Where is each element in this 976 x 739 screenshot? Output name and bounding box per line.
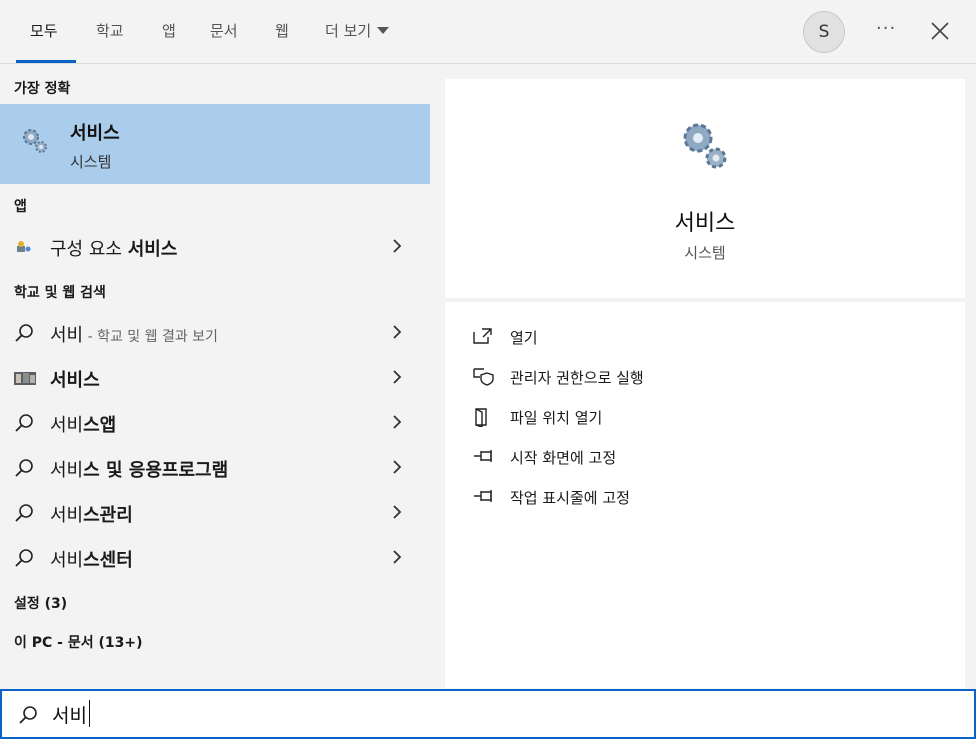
tab-more-label: 더 보기 — [325, 22, 372, 40]
app-result-label: 구성 요소 서비스 — [50, 239, 178, 260]
text-caret — [89, 700, 90, 727]
action-pin-to-taskbar-label: 작업 표시줄에 고정 — [510, 489, 630, 507]
chevron-right-icon[interactable] — [392, 239, 402, 253]
best-match-title: 서비스 — [70, 123, 120, 144]
web-result-label: 서비스 — [50, 370, 100, 391]
best-match-subtitle: 시스템 — [70, 153, 112, 171]
tab-documents[interactable]: 문서 — [210, 20, 238, 41]
preview-header-panel — [445, 79, 965, 298]
chevron-right-icon[interactable] — [392, 505, 402, 519]
services-gear-icon — [23, 129, 47, 153]
pin-icon — [474, 450, 492, 462]
web-result-label: 서비스앱 — [50, 415, 117, 436]
section-best-match: 가장 정확 — [14, 81, 71, 97]
search-box[interactable]: 서비 — [0, 689, 976, 739]
close-icon[interactable] — [930, 21, 950, 41]
more-options-button[interactable]: ··· — [876, 18, 896, 39]
action-open-file-location[interactable]: 파일 위치 열기 — [472, 405, 772, 429]
search-input[interactable]: 서비 — [52, 701, 87, 728]
action-open-file-location-label: 파일 위치 열기 — [510, 409, 603, 427]
web-result-label: 서비스 및 응용프로그램 — [50, 460, 229, 481]
services-gear-icon — [683, 123, 727, 169]
account-avatar-button[interactable]: S — [803, 11, 845, 53]
web-result-label: 서비스관리 — [50, 505, 133, 526]
section-apps: 앱 — [14, 199, 27, 215]
section-this-pc-documents[interactable]: 이 PC - 문서 (13+) — [14, 632, 143, 652]
web-result-row[interactable]: 서비스 — [0, 357, 430, 397]
search-icon — [19, 706, 37, 724]
action-run-as-admin[interactable]: 관리자 권한으로 실행 — [472, 365, 772, 389]
web-result-row[interactable]: 서비스 및 응용프로그램 — [0, 447, 430, 487]
preview-title: 서비스 — [674, 211, 736, 236]
component-services-icon — [17, 241, 31, 252]
app-result-component-services[interactable]: 구성 요소 서비스 — [0, 226, 430, 266]
preview-subtitle: 시스템 — [684, 244, 726, 262]
tab-apps[interactable]: 앱 — [162, 20, 176, 41]
action-pin-to-start[interactable]: 시작 화면에 고정 — [472, 445, 772, 469]
action-pin-to-start-label: 시작 화면에 고정 — [510, 449, 617, 467]
open-icon — [473, 328, 492, 344]
tab-more[interactable]: 더 보기 — [325, 20, 390, 41]
tab-all[interactable]: 모두 — [30, 20, 58, 41]
action-open[interactable]: 열기 — [472, 325, 772, 349]
web-result-row[interactable]: 서비 - 학교 및 웹 결과 보기 — [0, 312, 430, 352]
action-run-as-admin-label: 관리자 권한으로 실행 — [510, 369, 644, 387]
best-match-result[interactable]: 서비스 시스템 — [0, 104, 430, 184]
web-result-row[interactable]: 서비스관리 — [0, 492, 430, 532]
search-icon — [15, 324, 33, 342]
section-web-search: 학교 및 웹 검색 — [14, 285, 106, 301]
caret-down-icon — [377, 27, 390, 34]
file-location-icon — [475, 408, 487, 427]
search-icon — [15, 504, 33, 522]
action-open-label: 열기 — [510, 329, 538, 347]
web-result-label: 서비스센터 — [50, 550, 133, 571]
search-icon — [15, 459, 33, 477]
image-thumbnail-icon — [14, 372, 36, 385]
web-result-label: 서비 - 학교 및 웹 결과 보기 — [50, 325, 218, 346]
pin-icon — [474, 490, 492, 502]
search-icon — [15, 414, 33, 432]
web-result-row[interactable]: 서비스앱 — [0, 402, 430, 442]
action-pin-to-taskbar[interactable]: 작업 표시줄에 고정 — [472, 485, 772, 509]
chevron-right-icon[interactable] — [392, 415, 402, 429]
chevron-right-icon[interactable] — [392, 550, 402, 564]
search-icon — [15, 549, 33, 567]
chevron-right-icon[interactable] — [392, 460, 402, 474]
search-tabs-bar: 모두 학교 앱 문서 웹 더 보기 S ··· — [0, 0, 976, 64]
section-settings[interactable]: 설정 (3) — [14, 593, 67, 613]
shield-icon — [473, 368, 494, 386]
tab-web[interactable]: 웹 — [275, 20, 289, 41]
chevron-right-icon[interactable] — [392, 370, 402, 384]
chevron-right-icon[interactable] — [392, 325, 402, 339]
web-result-row[interactable]: 서비스센터 — [0, 537, 430, 577]
active-tab-indicator — [16, 60, 76, 63]
tab-school[interactable]: 학교 — [96, 20, 124, 41]
